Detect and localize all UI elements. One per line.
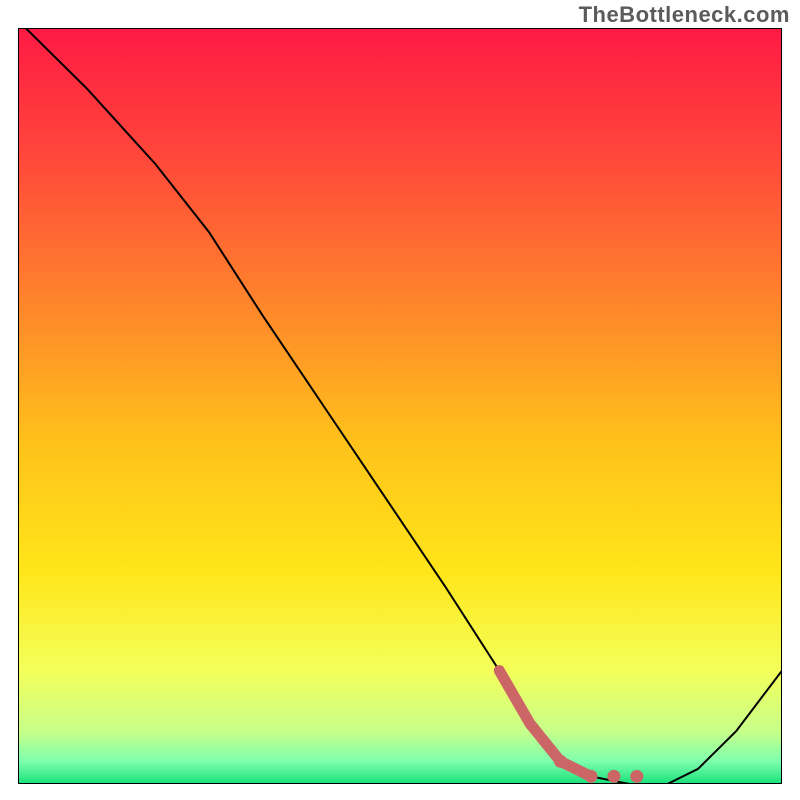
gradient-background	[18, 28, 782, 784]
watermark-text: TheBottleneck.com	[579, 2, 790, 28]
chart-container: TheBottleneck.com	[0, 0, 800, 800]
optimal-marker	[630, 770, 643, 783]
optimal-marker	[585, 770, 598, 783]
optimal-marker	[554, 755, 567, 768]
bottleneck-curve-plot	[18, 28, 782, 784]
optimal-marker	[607, 770, 620, 783]
